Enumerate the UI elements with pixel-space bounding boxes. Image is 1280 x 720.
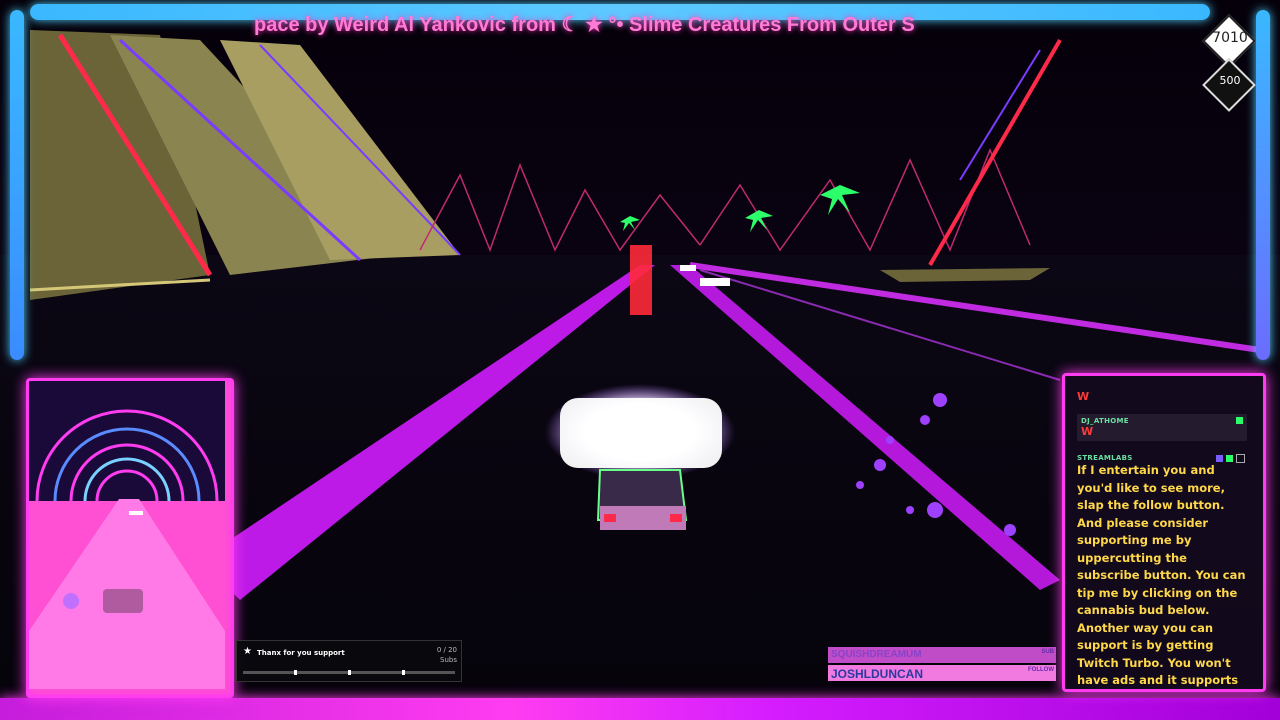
chat-message: W [1077,390,1247,403]
subs-goal-marker [294,670,297,675]
score-bottom: 500 [1219,74,1241,87]
subs-goal-progress-text: 0 / 20 [436,646,457,654]
recent-events-panel: SQUISHDREAMUM SUB JOSHLDUNCAN FOLLOW [828,647,1056,685]
chat-panel: W DJ_ATHOME W STREAMLABS If I entertain … [1062,373,1266,692]
subscriber-goal-widget: ★ Thanx for you support 0 / 20 Subs [236,640,462,682]
recent-event-name: SQUISHDREAMUM [831,649,922,660]
recent-event-type: FOLLOW [1028,667,1054,673]
subs-goal-marker [402,670,405,675]
chat-message-text: If I entertain you and you'd like to see… [1077,463,1246,687]
chat-message: STREAMLABS If I entertain you and you'd … [1077,454,1247,689]
recent-event-type: SUB [1041,649,1054,655]
chat-message-text: W [1077,390,1090,403]
recent-event-row: JOSHLDUNCAN FOLLOW [828,665,1056,681]
replay-camera-view [29,381,225,689]
chat-message-text: W [1081,425,1094,438]
recent-event-name: JOSHLDUNCAN [831,667,924,681]
overlay-bottom-bar [0,698,1280,720]
bot-badge-icons [1213,454,1245,464]
subs-goal-count: 0 / 20 Subs [437,645,457,665]
score-display: 7010 500 [1200,14,1260,112]
now-playing-ticker: pace by Weird Al Yankovic from ☾ ★ °• Sl… [254,14,915,36]
subs-goal-marker [348,670,351,675]
star-icon: ★ [243,646,252,657]
chat-username: DJ_ATHOME [1081,417,1129,425]
chat-bubble-icon [1236,454,1245,463]
subs-goal-unit: Subs [440,656,457,664]
chat-message: DJ_ATHOME W [1077,414,1247,441]
moderator-badge-icon [1236,417,1243,424]
replay-camera-panel [26,378,234,698]
verified-badge-icon [1216,455,1223,462]
score-top: 7010 [1212,30,1248,46]
overlay-left-bar [10,10,24,360]
subs-goal-label: Thanx for you support [257,649,345,657]
mod-badge-icon [1226,455,1233,462]
recent-event-row: SQUISHDREAMUM SUB [828,647,1056,663]
